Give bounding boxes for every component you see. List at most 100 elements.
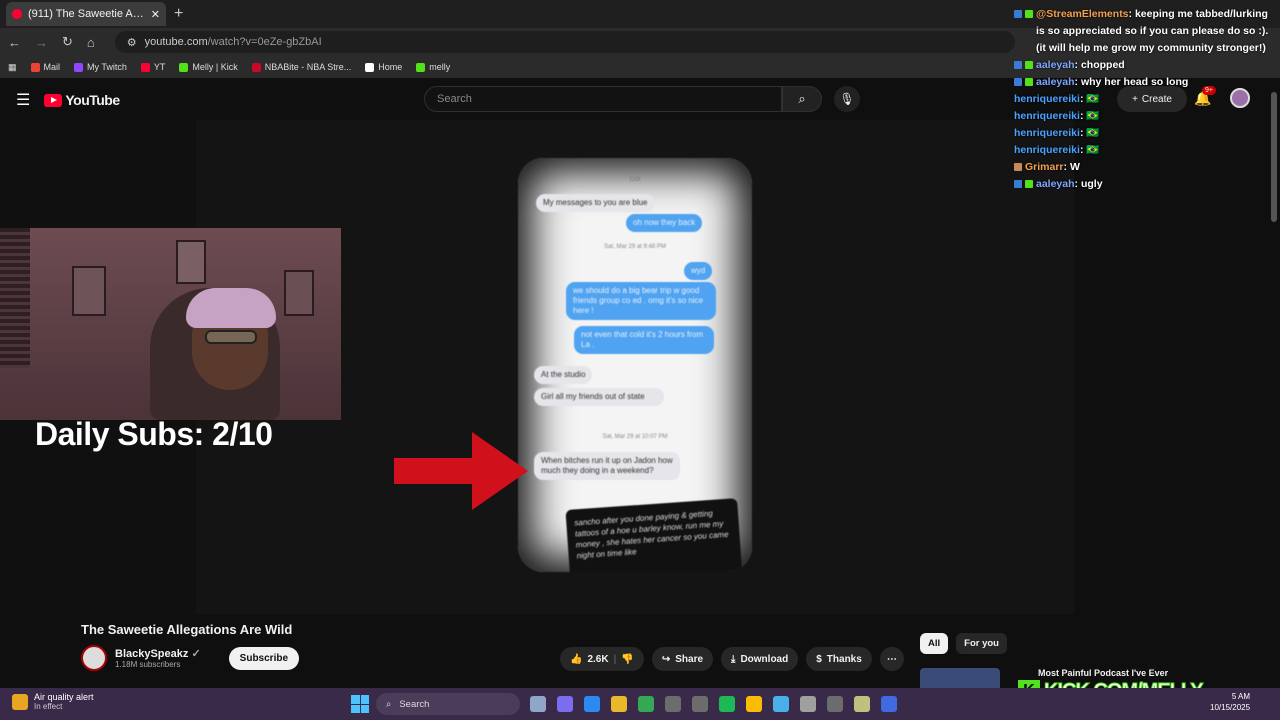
chat-text: : 🇧🇷 (1079, 110, 1100, 122)
thumbs-up-icon: 👍 (570, 653, 583, 665)
chat-username: Grimarr (1025, 161, 1064, 173)
bookmark-nbabite[interactable]: NBABite - NBA Stre... (251, 62, 352, 72)
browser-tab[interactable]: (911) The Saweetie Allegations Are Wild … (6, 2, 166, 26)
taskbar-app-icon[interactable] (746, 696, 762, 712)
bookmark-kick[interactable]: Melly | Kick (179, 62, 238, 72)
badge-icon (1014, 180, 1022, 188)
share-label: Share (675, 653, 704, 665)
message-bubble: oh now they back (626, 214, 703, 232)
windows-start-icon[interactable] (351, 695, 369, 713)
forward-icon[interactable]: → (35, 35, 48, 50)
thumbs-down-icon[interactable]: 👎 (621, 654, 633, 665)
page-scrollbar[interactable] (1271, 92, 1277, 222)
url-host: youtube.com (144, 36, 208, 48)
bookmark-twitch[interactable]: My Twitch (74, 62, 127, 72)
channel-name[interactable]: BlackySpeakz ✓ (115, 647, 201, 660)
chat-text: : 🇧🇷 (1079, 144, 1100, 156)
search-icon: ⌕ (386, 698, 392, 710)
message-bubble: wyd (684, 262, 713, 280)
bookmark-home[interactable]: Home (365, 62, 402, 72)
bookmark-label: NBABite - NBA Stre... (264, 62, 352, 72)
chat-message: aaleyah: chopped (1014, 57, 1270, 74)
chat-message: henriquereiki: 🇧🇷 (1014, 108, 1270, 125)
red-arrow-icon (394, 432, 528, 510)
taskbar-app-icon[interactable] (827, 696, 843, 712)
taskbar-app-icon[interactable] (530, 696, 546, 712)
url-bar[interactable]: ⚙ youtube.com/watch?v=0eZe-gbZbAI (114, 31, 1015, 53)
download-button[interactable]: ⤓ Download (721, 647, 799, 671)
video-actions: 👍 2.6K | 👎 ↪ Share ⤓ Download $ Thanks ⋯ (560, 647, 904, 671)
like-count: 2.6K (587, 653, 609, 665)
taskbar-search[interactable]: ⌕ Search (376, 693, 520, 715)
badge-icon (1025, 61, 1033, 69)
message-bubble: we should do a big bear trip w good frie… (566, 282, 716, 320)
message-bubble: At the studio (534, 366, 593, 384)
phone-screenshot: Dot My messages to you are blue oh now t… (518, 158, 752, 572)
clock-date: 10/15/2025 (1210, 703, 1251, 712)
chat-message: aaleyah: why her head so long (1014, 74, 1270, 91)
message-bubble: When bitches run it up on Jadon how much… (534, 452, 680, 480)
badge-icon (1014, 163, 1022, 171)
taskbar-app-icon[interactable] (638, 696, 654, 712)
system-clock[interactable]: 5 AM 10/15/2025 (1210, 691, 1250, 713)
apps-icon[interactable]: ▦ (8, 62, 17, 73)
taskbar-app-icon[interactable] (881, 696, 897, 712)
weather-widget[interactable]: Air quality alert In effect (12, 692, 94, 711)
badge-icon (1025, 10, 1033, 18)
chip-all[interactable]: All (920, 633, 949, 654)
chip-for-you[interactable]: For you (956, 633, 1007, 654)
taskbar-app-icon[interactable] (719, 696, 735, 712)
phone-contact-name: Dot (629, 176, 641, 183)
bookmark-label: Mail (43, 62, 61, 72)
menu-icon[interactable]: ☰ (16, 90, 30, 110)
verified-icon: ✓ (191, 648, 201, 660)
reload-icon[interactable]: ↻ (62, 34, 73, 50)
chat-text: : ugly (1074, 178, 1103, 190)
subscribe-button[interactable]: Subscribe (228, 646, 300, 670)
taskbar-apps (530, 696, 897, 712)
close-icon[interactable]: ✕ (151, 8, 160, 21)
new-tab-button[interactable]: + (174, 5, 183, 23)
search-input[interactable]: Search (424, 86, 782, 112)
chat-message: Grimarr: W (1014, 159, 1270, 176)
chat-username: henriquereiki (1014, 93, 1080, 105)
taskbar-app-icon[interactable] (611, 696, 627, 712)
channel-avatar[interactable] (81, 645, 107, 671)
twitch-icon (74, 62, 84, 72)
chat-username: henriquereiki (1014, 110, 1080, 122)
thanks-button[interactable]: $ Thanks (806, 647, 872, 671)
chat-message: aaleyah: ugly (1014, 176, 1270, 193)
back-icon[interactable]: ← (8, 35, 21, 50)
share-button[interactable]: ↪ Share (651, 647, 714, 671)
badge-icon (1025, 78, 1033, 86)
like-button[interactable]: 👍 2.6K | 👎 (560, 647, 644, 671)
taskbar-app-icon[interactable] (800, 696, 816, 712)
site-info-icon[interactable]: ⚙ (127, 36, 137, 49)
message-bubble: not even that cold it's 2 hours from La … (574, 326, 714, 354)
taskbar-app-icon[interactable] (773, 696, 789, 712)
url-path: /watch?v=0eZe-gbZbAI (207, 36, 322, 48)
search-button[interactable]: ⌕ (782, 86, 822, 112)
taskbar-app-icon[interactable] (854, 696, 870, 712)
more-actions-button[interactable]: ⋯ (879, 647, 904, 671)
wall-frame (176, 240, 206, 284)
youtube-logo[interactable]: YouTube (44, 92, 120, 108)
taskbar-app-icon[interactable] (665, 696, 681, 712)
air-quality-icon (12, 693, 28, 710)
bookmark-mail[interactable]: Mail (30, 62, 61, 72)
clock-time: 5 AM (1231, 692, 1251, 701)
bookmark-melly[interactable]: melly (416, 62, 450, 72)
mic-button[interactable]: 🎙 (834, 86, 860, 112)
chat-username: henriquereiki (1014, 144, 1080, 156)
thanks-label: Thanks (826, 653, 862, 665)
share-icon: ↪ (661, 653, 671, 665)
taskbar-app-icon[interactable] (557, 696, 573, 712)
taskbar-app-icon[interactable] (692, 696, 708, 712)
alert-subtitle: In effect (34, 702, 63, 711)
taskbar-app-icon[interactable] (584, 696, 600, 712)
kick-icon (416, 62, 426, 72)
bookmark-yt[interactable]: YT (140, 62, 165, 72)
bookmark-label: Home (378, 62, 403, 72)
home-icon[interactable]: ⌂ (87, 35, 95, 50)
subscriber-count: 1.18M subscribers (115, 660, 181, 669)
